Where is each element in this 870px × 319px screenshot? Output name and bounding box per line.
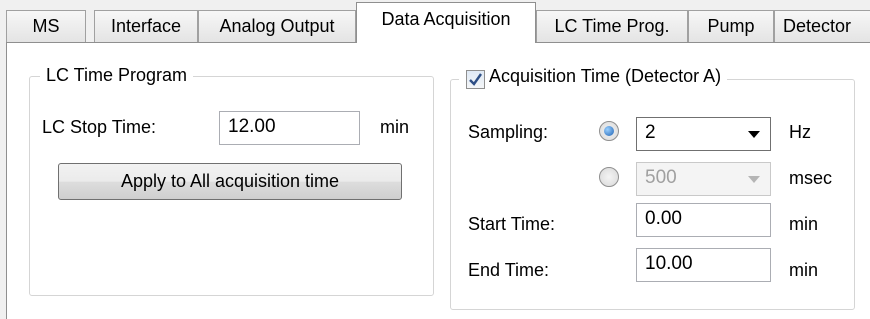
lc-time-program-title: LC Time Program [40, 65, 194, 86]
lc-stop-time-input[interactable]: 12.00 [219, 111, 360, 145]
sampling-hz-value: 2 [645, 122, 656, 143]
end-time-label: End Time: [468, 260, 550, 280]
tab-label: Detector [783, 16, 852, 36]
tab-detector[interactable]: Detector [774, 10, 870, 42]
tab-analog-output[interactable]: Analog Output [198, 10, 356, 42]
tab-label: Interface [110, 16, 182, 36]
end-time-unit: min [789, 260, 819, 280]
tab-label: Data Acquisition [381, 9, 511, 29]
sampling-msec-value: 500 [645, 167, 677, 188]
lc-stop-time-label: LC Stop Time: [42, 117, 157, 137]
lc-time-program-group: LC Time Program LC Stop Time: 12.00 min … [29, 65, 434, 296]
sampling-msec-radio[interactable] [599, 167, 619, 187]
tab-data-acquisition[interactable]: Data Acquisition [356, 2, 536, 43]
tab-panel-data-acquisition: LC Time Program LC Stop Time: 12.00 min … [6, 42, 870, 319]
end-time-input[interactable]: 10.00 [636, 248, 771, 282]
chevron-down-icon [748, 176, 760, 183]
lc-stop-time-unit: min [380, 117, 410, 137]
sampling-hz-unit: Hz [789, 122, 811, 142]
tab-label: Pump [707, 16, 755, 36]
apply-to-all-button[interactable]: Apply to All acquisition time [58, 163, 402, 200]
sampling-msec-select[interactable]: 500 [636, 162, 771, 196]
sampling-label: Sampling: [468, 122, 549, 142]
acquisition-time-checkbox[interactable] [466, 70, 485, 89]
check-icon [469, 73, 482, 86]
tab-strip: MS Interface Analog Output Data Acquisit… [0, 0, 870, 43]
radio-selected-dot [604, 126, 614, 136]
sampling-hz-select[interactable]: 2 [636, 117, 771, 151]
tab-label: MS [32, 16, 60, 36]
acquisition-time-header: Acquisition Time (Detector A) [459, 66, 728, 90]
acquisition-time-group: Acquisition Time (Detector A) Sampling: … [450, 66, 855, 310]
start-time-label: Start Time: [468, 214, 556, 234]
chevron-down-icon [748, 131, 760, 138]
tab-lc-time-prog[interactable]: LC Time Prog. [536, 10, 688, 42]
tab-pump[interactable]: Pump [688, 10, 774, 42]
acquisition-time-title: Acquisition Time (Detector A) [489, 66, 722, 86]
start-time-unit: min [789, 214, 819, 234]
tab-label: Analog Output [219, 16, 335, 36]
tab-label: LC Time Prog. [554, 16, 670, 36]
sampling-msec-unit: msec [789, 168, 833, 188]
tab-interface[interactable]: Interface [94, 10, 198, 42]
sampling-hz-radio[interactable] [599, 121, 619, 141]
start-time-input[interactable]: 0.00 [636, 203, 771, 237]
tab-ms[interactable]: MS [6, 10, 86, 42]
